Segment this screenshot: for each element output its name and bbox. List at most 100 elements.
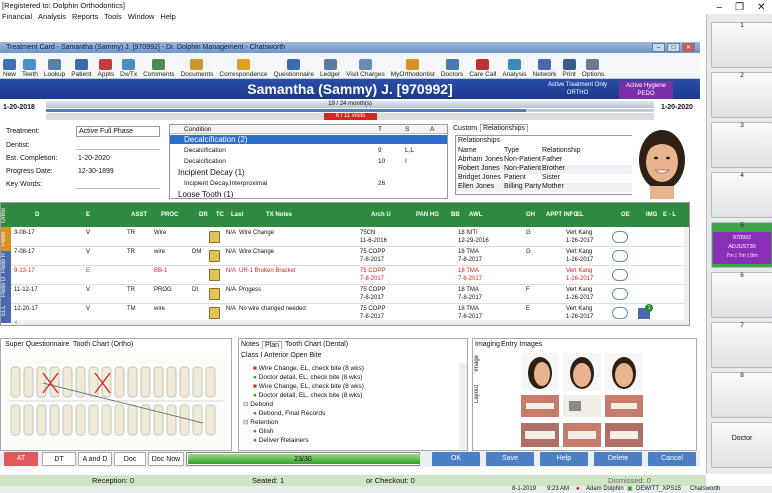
plan-item[interactable]: ● Glish — [243, 427, 458, 436]
upper-tooth[interactable] — [140, 366, 151, 398]
toolbar-visit-charges-button[interactable]: Visit Charges — [346, 59, 385, 78]
condition-row[interactable]: Loose Tooth (1) — [170, 190, 447, 198]
lower-tooth[interactable] — [192, 404, 203, 436]
toolbar-doctors-button[interactable]: Doctors — [441, 59, 463, 78]
schedule-slot[interactable]: 1 — [711, 22, 772, 68]
cancel-button[interactable]: Cancel — [648, 452, 696, 466]
toolbar-new-button[interactable]: New — [3, 59, 16, 78]
grid-header-9[interactable]: PAN HG — [416, 203, 439, 227]
table-row[interactable]: 11-12-17 V TR PROG DI N/A Progess 75 COPP 18 TMA… — [11, 285, 689, 304]
plan-item[interactable]: ⊟ Debond — [243, 400, 458, 409]
condition-row[interactable]: Decalcification 10 I — [170, 157, 447, 166]
upper-tooth[interactable] — [127, 366, 138, 398]
menu-help[interactable]: Help — [160, 11, 175, 23]
mouth-icon[interactable] — [612, 250, 628, 262]
menu-analysis[interactable]: Analysis — [38, 11, 66, 23]
save-button[interactable]: Save — [486, 452, 534, 466]
toolbar-questionnaire-button[interactable]: Questionnaire — [273, 59, 314, 78]
plan-item[interactable]: ● Deliver Retainers — [243, 436, 458, 445]
toolbar-teeth-button[interactable]: Teeth — [22, 59, 38, 78]
grid-header-5[interactable]: TC — [216, 203, 224, 227]
tooth-icon[interactable] — [209, 269, 220, 281]
plan-list[interactable]: ■ Wire Change, EL, check bite (8 wks) ● D… — [243, 364, 458, 450]
plan-item[interactable]: ● Doctor detail, EL, check bite (8 wks) — [243, 391, 458, 400]
menu-tools[interactable]: Tools — [104, 11, 122, 23]
condition-list[interactable]: Condition T S A Decalcification (2) Decalcifi… — [169, 124, 448, 199]
grid-header-3[interactable]: PROC — [161, 203, 178, 227]
lower-tooth[interactable] — [101, 404, 112, 436]
inner-restore-icon[interactable]: □ — [667, 43, 680, 52]
toolbar-care-call-button[interactable]: Care Call — [469, 59, 496, 78]
grid-header-11[interactable]: AWL — [469, 203, 482, 227]
toolbar-myorthodontist-button[interactable]: MyOrthodontist — [391, 59, 435, 78]
upper-tooth[interactable] — [179, 366, 190, 398]
at-button[interactable]: AT — [4, 452, 38, 466]
condition-row[interactable]: Incipient Decay,Interproximal 26 — [170, 179, 447, 188]
lower-tooth[interactable] — [179, 404, 190, 436]
grid-header-17[interactable]: E - L — [663, 203, 676, 227]
mouth-icon[interactable] — [612, 269, 628, 281]
tab-plan[interactable]: Plan — [262, 341, 283, 349]
upper-tooth[interactable] — [192, 366, 203, 398]
mouth-icon[interactable] — [612, 231, 628, 243]
tooth-icon[interactable] — [209, 307, 220, 319]
toolbar-options-button[interactable]: Options — [582, 59, 604, 78]
upper-tooth[interactable] — [62, 366, 73, 398]
seated-count[interactable]: Seated: 1 — [252, 475, 284, 486]
table-row[interactable]: 7-08-17 V TR wire DM N/A Wire Change 75 COPP 18 … — [11, 247, 689, 266]
grid-scrollbar[interactable] — [684, 227, 689, 325]
upper-tooth[interactable] — [10, 366, 21, 398]
schedule-slot[interactable]: 6 — [711, 272, 772, 318]
vtab-pedo-r[interactable]: Pedo R — [1, 251, 11, 275]
grid-header-15[interactable]: OE — [621, 203, 630, 227]
relationship-row[interactable]: Robert Jones Non-Patient Brother — [456, 165, 632, 174]
upper-tooth[interactable] — [88, 366, 99, 398]
vtab-pedo-o[interactable]: Pedo O — [1, 275, 11, 299]
tab-relationships[interactable]: Relationships — [480, 124, 529, 132]
inner-minimize-icon[interactable]: – — [652, 43, 665, 52]
lower-tooth[interactable] — [62, 404, 73, 436]
schedule-slot[interactable]: 7 — [711, 322, 772, 368]
upper-tooth[interactable] — [36, 366, 47, 398]
table-row[interactable]: 9-13-17 E BB-1 N/A UR-1 Broken Bracket 75 COP… — [11, 266, 689, 285]
relationship-row[interactable]: Abrham Jones Non-Patient Father — [456, 156, 632, 165]
plan-scrollbar[interactable] — [459, 363, 467, 449]
tab-entry-images[interactable]: Entry Images — [501, 341, 542, 348]
condition-row[interactable]: Decalcification 9 L,L — [170, 146, 447, 155]
menu-financial[interactable]: Financial — [2, 11, 32, 23]
treatment-field[interactable]: Active Full Phase — [76, 126, 160, 137]
image-thumbnails[interactable] — [521, 353, 686, 449]
menu-window[interactable]: Window — [128, 11, 155, 23]
lower-tooth[interactable] — [114, 404, 125, 436]
grid-header-13[interactable]: APPT INFO — [546, 203, 578, 227]
vtab-ell[interactable]: ELL — [1, 299, 11, 323]
active-appointment-card[interactable]: 970992 ADJUST30 7m | 7m | 9m — [713, 232, 771, 264]
upper-tooth[interactable] — [114, 366, 125, 398]
toolbar-comments-button[interactable]: Comments — [143, 59, 175, 78]
condition-row[interactable]: Incipient Decay (1) — [170, 168, 447, 177]
toolbar-appts-button[interactable]: Appts — [98, 59, 114, 78]
tooth-icon[interactable] — [209, 288, 220, 300]
reception-count[interactable]: Reception: 0 — [92, 475, 134, 486]
a-and-d-button[interactable]: A and D — [78, 452, 112, 466]
tab-tooth-chart-dental[interactable]: Tooth Chart (Dental) — [285, 341, 348, 348]
progress-date-field[interactable]: 12-30-1899 — [78, 168, 114, 175]
tooth-chart[interactable] — [3, 353, 229, 448]
grid-header-2[interactable]: ASST — [131, 203, 147, 227]
schedule-slot[interactable]: 4 — [711, 172, 772, 218]
grid-header-4[interactable]: DR — [199, 203, 208, 227]
tab-notes[interactable]: Notes — [241, 341, 259, 348]
side-tab-image[interactable]: Image — [474, 355, 484, 372]
toolbar-print-button[interactable]: Print — [562, 59, 576, 78]
toolbar-analysis-button[interactable]: Analysis — [502, 59, 527, 78]
key-words-field[interactable] — [76, 188, 160, 189]
table-row[interactable]: 3-08-17 V TR Wire N/A Wire Change 75CN 18 NITI G… — [11, 228, 689, 247]
est-completion-field[interactable]: 1-20-2020 — [78, 155, 110, 162]
relationship-row[interactable]: Ellen Jones Billing Party Mother — [456, 183, 632, 192]
toolbar-correspondence-button[interactable]: Correspondence — [219, 59, 267, 78]
lower-tooth[interactable] — [88, 404, 99, 436]
schedule-slot[interactable]: 2 — [711, 72, 772, 118]
vtab-pedo[interactable]: Pedo — [1, 227, 11, 251]
tab-imaging[interactable]: Imaging — [475, 341, 500, 348]
inner-close-icon[interactable]: ✕ — [682, 43, 695, 52]
